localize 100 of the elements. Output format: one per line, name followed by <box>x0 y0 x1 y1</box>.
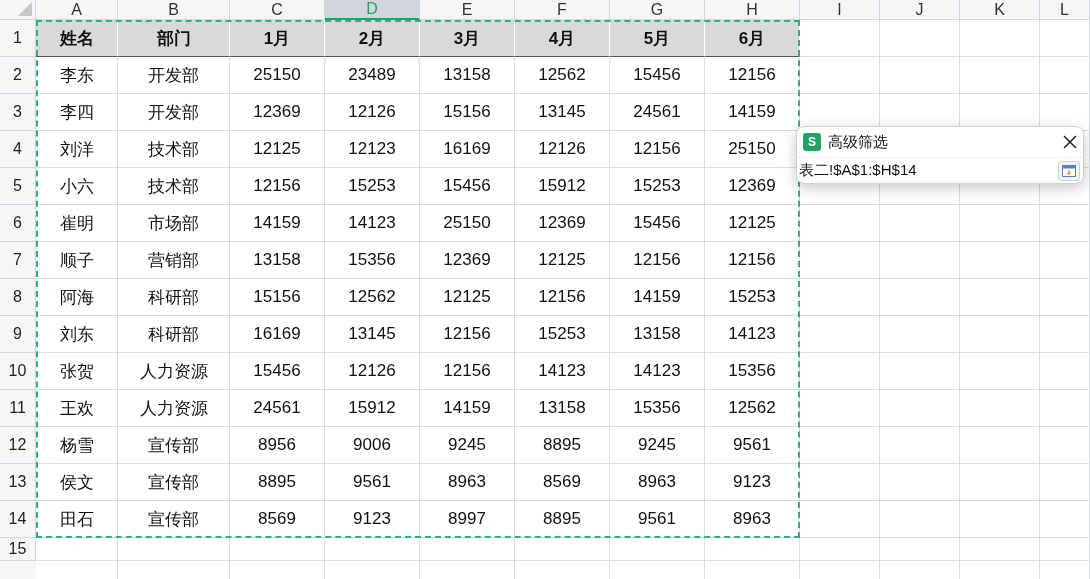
table-cell: 侯文 <box>36 464 118 501</box>
table-cell: 人力资源 <box>118 353 230 390</box>
header-cell: 1月 <box>230 20 325 57</box>
table-cell: 9561 <box>705 427 800 464</box>
table-cell: 15456 <box>610 205 705 242</box>
table-cell: 宣传部 <box>118 427 230 464</box>
table-cell: 开发部 <box>118 57 230 94</box>
column-header[interactable]: J <box>880 0 960 20</box>
table-cell: 阿海 <box>36 279 118 316</box>
table-cell: 12562 <box>515 57 610 94</box>
row-header[interactable]: 14 <box>0 501 36 538</box>
table-cell: 12156 <box>230 168 325 205</box>
row-header[interactable]: 1 <box>0 20 36 57</box>
row-header[interactable]: 5 <box>0 168 36 205</box>
header-cell: 部门 <box>118 20 230 57</box>
table-cell: 8963 <box>610 464 705 501</box>
column-header[interactable]: C <box>230 0 325 20</box>
row-header[interactable]: 10 <box>0 353 36 390</box>
table-cell: 13145 <box>325 316 420 353</box>
table-cell: 23489 <box>325 57 420 94</box>
column-header[interactable]: A <box>36 0 118 20</box>
table-cell: 15253 <box>515 316 610 353</box>
table-cell: 8963 <box>705 501 800 538</box>
table-cell: 12156 <box>420 353 515 390</box>
column-header[interactable]: B <box>118 0 230 20</box>
close-icon[interactable] <box>1063 135 1077 149</box>
header-cell: 姓名 <box>36 20 118 57</box>
table-cell: 16169 <box>230 316 325 353</box>
table-cell: 市场部 <box>118 205 230 242</box>
table-cell: 15912 <box>515 168 610 205</box>
table-cell: 12156 <box>610 131 705 168</box>
table-cell: 13158 <box>420 57 515 94</box>
column-header[interactable]: K <box>960 0 1040 20</box>
table-cell: 张贺 <box>36 353 118 390</box>
table-cell: 9561 <box>325 464 420 501</box>
table-cell: 8963 <box>420 464 515 501</box>
header-cell: 4月 <box>515 20 610 57</box>
table-cell: 24561 <box>610 94 705 131</box>
column-header[interactable]: I <box>800 0 880 20</box>
table-cell: 25150 <box>230 57 325 94</box>
table-cell: 12156 <box>705 57 800 94</box>
table-cell: 14159 <box>420 390 515 427</box>
table-cell: 李东 <box>36 57 118 94</box>
table-cell: 15156 <box>420 94 515 131</box>
table-cell: 12156 <box>515 279 610 316</box>
row-header[interactable]: 11 <box>0 390 36 427</box>
table-cell: 开发部 <box>118 94 230 131</box>
table-cell: 15356 <box>705 353 800 390</box>
table-cell: 15253 <box>705 279 800 316</box>
row-header[interactable]: 9 <box>0 316 36 353</box>
table-cell: 9123 <box>705 464 800 501</box>
table-cell: 12126 <box>515 131 610 168</box>
table-cell: 技术部 <box>118 131 230 168</box>
table-cell: 9006 <box>325 427 420 464</box>
table-cell: 8895 <box>515 501 610 538</box>
table-cell: 8569 <box>230 501 325 538</box>
table-cell: 杨雪 <box>36 427 118 464</box>
range-input-field[interactable]: 表二!$A$1:$H$14 <box>799 161 1058 180</box>
table-cell: 宣传部 <box>118 501 230 538</box>
table-cell: 科研部 <box>118 279 230 316</box>
table-cell: 14123 <box>515 353 610 390</box>
column-header[interactable]: F <box>515 0 610 20</box>
table-cell: 刘东 <box>36 316 118 353</box>
range-picker-button[interactable] <box>1058 160 1080 181</box>
row-header[interactable]: 2 <box>0 57 36 94</box>
row-header[interactable]: 13 <box>0 464 36 501</box>
column-header[interactable]: E <box>420 0 515 20</box>
table-cell: 25150 <box>420 205 515 242</box>
row-header[interactable]: 7 <box>0 242 36 279</box>
column-header[interactable]: H <box>705 0 800 20</box>
table-cell: 15912 <box>325 390 420 427</box>
table-cell: 12125 <box>230 131 325 168</box>
table-cell: 8956 <box>230 427 325 464</box>
table-cell: 12125 <box>420 279 515 316</box>
row-header[interactable]: 8 <box>0 279 36 316</box>
row-header[interactable]: 15 <box>0 538 36 561</box>
table-cell: 14159 <box>610 279 705 316</box>
table-cell: 科研部 <box>118 316 230 353</box>
table-cell: 15456 <box>420 168 515 205</box>
table-cell: 小六 <box>36 168 118 205</box>
table-cell: 王欢 <box>36 390 118 427</box>
table-cell: 营销部 <box>118 242 230 279</box>
column-header[interactable]: G <box>610 0 705 20</box>
table-cell: 15156 <box>230 279 325 316</box>
table-cell: 12126 <box>325 94 420 131</box>
table-cell: 田石 <box>36 501 118 538</box>
table-cell: 15356 <box>610 390 705 427</box>
row-header[interactable]: 6 <box>0 205 36 242</box>
row-header[interactable]: 3 <box>0 94 36 131</box>
table-cell: 8895 <box>230 464 325 501</box>
table-cell: 12369 <box>230 94 325 131</box>
table-cell: 8569 <box>515 464 610 501</box>
row-header[interactable]: 12 <box>0 427 36 464</box>
column-header[interactable]: L <box>1040 0 1090 20</box>
table-cell: 14123 <box>325 205 420 242</box>
table-cell: 12156 <box>420 316 515 353</box>
range-picker-icon <box>1062 164 1076 177</box>
table-cell: 12562 <box>705 390 800 427</box>
table-cell: 12126 <box>325 353 420 390</box>
row-header[interactable]: 4 <box>0 131 36 168</box>
